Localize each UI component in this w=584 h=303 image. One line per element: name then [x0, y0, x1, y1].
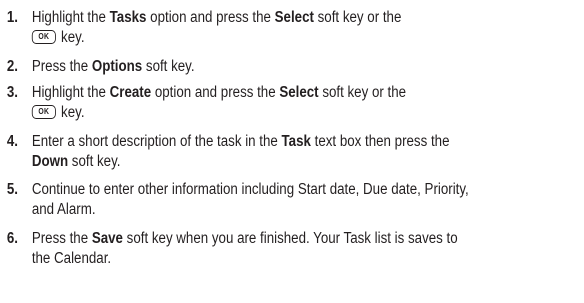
field-name: Task [281, 133, 311, 150]
step-text: option and press the [146, 9, 275, 26]
step-number: 3. [6, 84, 19, 101]
step-text: Highlight the [31, 84, 110, 101]
softkey-name: Select [279, 84, 319, 101]
ok-key-icon: OK [31, 30, 56, 44]
step-text: Press the [31, 58, 92, 75]
step-text: soft key. [142, 58, 195, 75]
step-text: soft key when you are finished. Your Tas… [122, 230, 458, 247]
step-number: 6. [6, 230, 19, 247]
softkey-name: Down [31, 153, 69, 170]
softkey-name: Select [274, 9, 314, 26]
step-line: Continue to enter other information incl… [31, 181, 469, 198]
ok-key-icon: OK [31, 105, 56, 119]
step-text: option and press the [151, 84, 280, 101]
step-text: Enter a short description of the task in… [31, 133, 282, 150]
step-line: OK key. [31, 28, 584, 48]
step-text: soft key or the [318, 84, 407, 101]
step-line: Press the Save soft key when you are fin… [32, 229, 584, 249]
softkey-name: Options [91, 58, 143, 75]
step-text: key. [61, 104, 85, 121]
step-2: 2. Press the Options soft key. [0, 57, 584, 77]
step-text: soft key. [68, 153, 121, 170]
ok-key-label: OK [38, 32, 50, 41]
step-text: Highlight the [31, 9, 110, 26]
ok-key-label: OK [38, 107, 50, 116]
step-line: the Calendar. [31, 250, 112, 267]
option-name: Create [109, 84, 152, 101]
step-line: Highlight the Create option and press th… [32, 83, 584, 103]
step-number: 5. [6, 181, 19, 198]
step-line: and Alarm. [31, 201, 96, 218]
step-number: 1. [6, 9, 19, 26]
step-line: Press the Options soft key. [32, 57, 584, 77]
step-text: text box then press the [310, 133, 450, 150]
step-number: 2. [6, 58, 19, 75]
step-line: Down soft key. [32, 152, 584, 172]
step-4: 4. Enter a short description of the task… [0, 132, 584, 172]
step-line: OK key. [31, 103, 584, 123]
step-text: soft key or the [313, 9, 402, 26]
step-number: 4. [6, 133, 19, 150]
step-text: Press the [31, 230, 92, 247]
step-1: 1. Highlight the Tasks option and press … [0, 8, 584, 48]
step-line: Highlight the Tasks option and press the… [32, 8, 584, 28]
softkey-name: Save [91, 230, 123, 247]
step-5: 5. Continue to enter other information i… [0, 180, 584, 220]
step-6: 6. Press the Save soft key when you are … [0, 229, 584, 269]
step-line: Enter a short description of the task in… [32, 132, 584, 152]
step-text: key. [61, 29, 85, 46]
option-name: Tasks [109, 9, 147, 26]
step-3: 3. Highlight the Create option and press… [0, 83, 584, 123]
